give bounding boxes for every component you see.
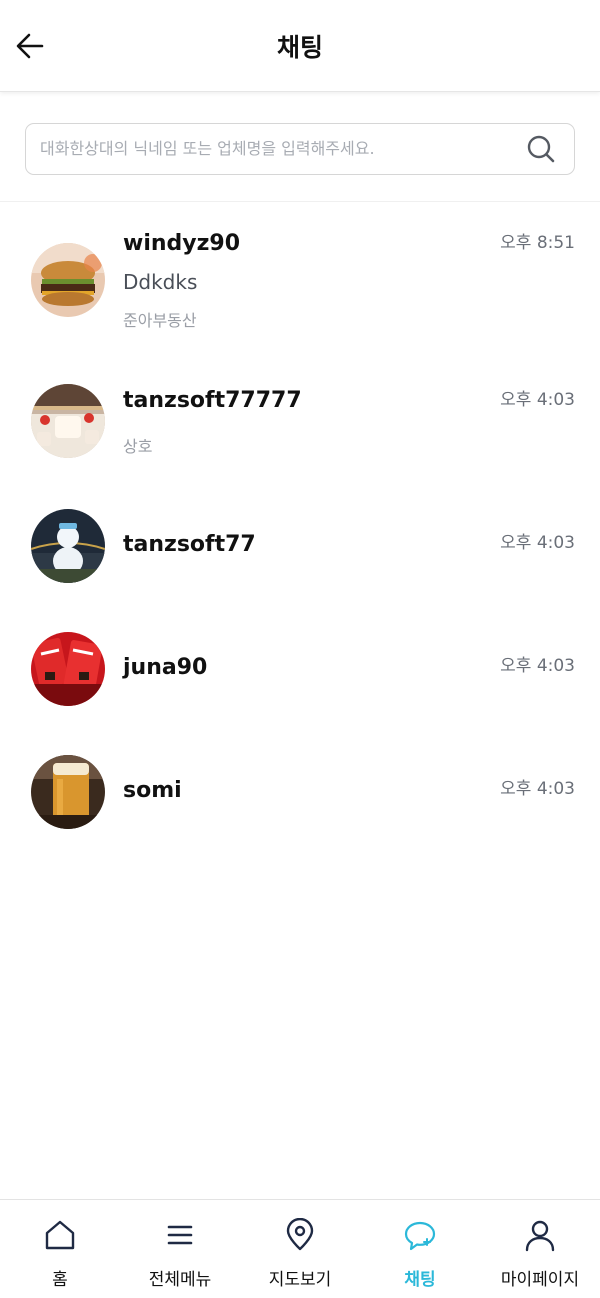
nav-item-home[interactable]: 홈 <box>0 1200 120 1298</box>
chat-list-item[interactable]: juna90 오후 4:03 <box>0 616 600 726</box>
nav-label: 마이페이지 <box>500 1270 580 1290</box>
nav-label: 전체메뉴 <box>148 1270 212 1290</box>
page-title: 채팅 <box>276 33 323 62</box>
chat-company: 상호 <box>123 437 153 456</box>
chat-time: 오후 4:03 <box>500 656 575 676</box>
chat-list-item[interactable]: tanzsoft77 오후 4:03 <box>0 493 600 603</box>
chat-icon <box>404 1221 436 1251</box>
avatar <box>31 384 105 458</box>
chat-list-item[interactable]: somi 오후 4:03 <box>0 739 600 849</box>
chat-time: 오후 8:51 <box>500 233 575 253</box>
chat-name: juna90 <box>123 655 208 680</box>
chat-company: 준아부동산 <box>123 311 197 330</box>
bottom-nav: 홈 전체메뉴 지도보기 채팅 마이페이지 <box>0 1199 600 1298</box>
search-input[interactable] <box>40 124 510 173</box>
chat-list-item[interactable]: tanzsoft77777 오후 4:03 상호 <box>0 363 600 473</box>
map-pin-icon <box>286 1218 314 1251</box>
nav-label: 홈 <box>52 1270 68 1290</box>
home-icon <box>45 1220 75 1250</box>
chat-time: 오후 4:03 <box>500 779 575 799</box>
chat-time: 오후 4:03 <box>500 533 575 553</box>
chat-name: windyz90 <box>123 231 241 256</box>
chat-name: tanzsoft77777 <box>123 388 302 413</box>
avatar <box>31 509 105 583</box>
chat-time: 오후 4:03 <box>500 390 575 410</box>
nav-label: 채팅 <box>404 1270 436 1290</box>
user-icon <box>525 1220 555 1252</box>
menu-icon <box>167 1225 193 1245</box>
avatar <box>31 632 105 706</box>
app-header: 채팅 <box>0 0 600 92</box>
avatar <box>31 243 105 317</box>
nav-item-mypage[interactable]: 마이페이지 <box>480 1200 600 1298</box>
chat-last-message: Ddkdks <box>123 270 198 294</box>
chat-name: somi <box>123 778 182 803</box>
search-box <box>25 123 575 175</box>
search-icon[interactable] <box>526 134 556 164</box>
nav-item-chat[interactable]: 채팅 <box>360 1200 480 1298</box>
avatar <box>31 755 105 829</box>
nav-item-map[interactable]: 지도보기 <box>240 1200 360 1298</box>
nav-label: 지도보기 <box>268 1270 332 1290</box>
chat-name: tanzsoft77 <box>123 532 256 557</box>
nav-item-menu[interactable]: 전체메뉴 <box>120 1200 240 1298</box>
search-section <box>0 92 600 202</box>
chat-list-item[interactable]: windyz90 오후 8:51 Ddkdks 준아부동산 <box>0 203 600 353</box>
